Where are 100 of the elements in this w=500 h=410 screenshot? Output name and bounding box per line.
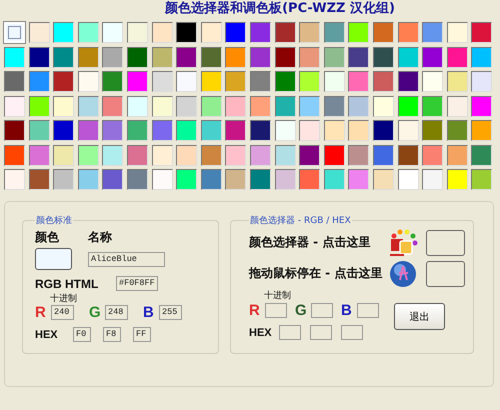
color-swatch[interactable] <box>274 169 296 190</box>
color-swatch[interactable] <box>348 46 370 68</box>
color-swatch[interactable] <box>4 71 25 92</box>
color-swatch[interactable] <box>398 71 418 92</box>
color-swatch[interactable] <box>53 144 74 166</box>
color-swatch[interactable] <box>422 22 444 43</box>
color-swatch[interactable] <box>422 96 444 116</box>
hex-field[interactable] <box>341 325 363 340</box>
color-swatch[interactable] <box>471 169 492 190</box>
color-swatch[interactable] <box>250 71 271 92</box>
color-swatch[interactable] <box>176 46 198 68</box>
color-swatch[interactable] <box>28 71 50 92</box>
color-swatch[interactable] <box>348 144 370 166</box>
color-swatch[interactable] <box>225 120 246 141</box>
color-swatch[interactable] <box>422 120 444 141</box>
color-swatch[interactable] <box>348 71 370 92</box>
color-swatch[interactable] <box>78 71 99 92</box>
color-swatch[interactable] <box>4 46 25 68</box>
color-swatch[interactable] <box>398 96 418 116</box>
color-swatch[interactable] <box>398 120 418 141</box>
color-swatch[interactable] <box>102 120 124 141</box>
color-swatch[interactable] <box>372 71 394 92</box>
color-swatch[interactable] <box>348 169 370 190</box>
color-swatch[interactable] <box>78 46 99 68</box>
color-swatch[interactable] <box>126 144 148 166</box>
color-swatch[interactable] <box>225 144 246 166</box>
color-swatch[interactable] <box>446 71 468 92</box>
color-swatch[interactable] <box>28 144 50 166</box>
color-swatch[interactable] <box>200 22 222 43</box>
color-swatch[interactable] <box>250 46 271 68</box>
color-swatch[interactable] <box>78 22 99 43</box>
color-swatch[interactable] <box>372 144 394 166</box>
color-swatch[interactable] <box>225 96 246 116</box>
color-swatch[interactable] <box>176 169 198 190</box>
color-swatch[interactable] <box>324 169 345 190</box>
color-swatch[interactable] <box>446 120 468 141</box>
name-field[interactable]: AliceBlue <box>88 252 165 267</box>
color-swatch[interactable] <box>324 120 345 141</box>
hex-field[interactable]: F8 <box>103 327 121 342</box>
color-swatch[interactable] <box>176 96 198 116</box>
color-swatch[interactable] <box>78 169 99 190</box>
exit-button[interactable]: 退出 <box>394 303 445 330</box>
color-swatch[interactable] <box>200 46 222 68</box>
channel-field[interactable] <box>357 303 379 318</box>
hex-field[interactable] <box>310 325 332 340</box>
color-swatch[interactable] <box>250 169 271 190</box>
color-swatch[interactable] <box>200 144 222 166</box>
color-swatch[interactable] <box>4 144 25 166</box>
color-swatch[interactable] <box>28 96 50 116</box>
color-swatch[interactable] <box>299 22 320 43</box>
color-swatch[interactable] <box>471 46 492 68</box>
color-swatch[interactable] <box>274 120 296 141</box>
color-swatch[interactable] <box>126 96 148 116</box>
color-swatch[interactable] <box>28 22 50 43</box>
color-swatch[interactable] <box>324 22 345 43</box>
color-swatch[interactable] <box>225 71 246 92</box>
color-swatch[interactable] <box>348 96 370 116</box>
hex-field[interactable] <box>279 325 301 340</box>
color-swatch[interactable] <box>53 46 74 68</box>
color-swatch[interactable] <box>471 120 492 141</box>
color-swatch[interactable] <box>4 96 25 116</box>
color-swatch[interactable] <box>53 22 74 43</box>
color-swatch[interactable] <box>372 46 394 68</box>
color-swatch[interactable] <box>299 169 320 190</box>
color-swatch[interactable] <box>4 120 25 141</box>
color-swatch[interactable] <box>398 169 418 190</box>
color-swatch[interactable] <box>126 169 148 190</box>
color-swatch[interactable] <box>225 22 246 43</box>
globe-icon[interactable] <box>388 260 418 288</box>
color-swatch[interactable] <box>102 71 124 92</box>
color-swatch[interactable] <box>53 71 74 92</box>
color-swatch[interactable] <box>78 144 99 166</box>
color-swatch[interactable] <box>28 169 50 190</box>
color-swatch[interactable] <box>225 169 246 190</box>
color-swatch[interactable] <box>152 120 173 141</box>
color-swatch[interactable] <box>250 22 271 43</box>
hex-field[interactable]: FF <box>133 327 151 342</box>
color-swatch[interactable] <box>53 120 74 141</box>
color-swatch[interactable] <box>446 96 468 116</box>
color-swatch[interactable] <box>102 169 124 190</box>
color-swatch[interactable] <box>422 71 444 92</box>
color-swatch[interactable] <box>102 22 124 43</box>
color-swatch[interactable] <box>176 71 198 92</box>
color-swatch[interactable] <box>299 96 320 116</box>
color-swatch[interactable] <box>446 46 468 68</box>
hover-label[interactable]: 拖动鼠标停在 - 点击这里 <box>249 265 388 282</box>
color-swatch[interactable] <box>152 169 173 190</box>
color-swatch[interactable] <box>324 46 345 68</box>
color-swatch[interactable] <box>152 22 173 43</box>
color-swatch[interactable] <box>299 71 320 92</box>
color-swatch[interactable] <box>176 120 198 141</box>
color-swatch[interactable] <box>274 96 296 116</box>
color-swatch[interactable] <box>250 120 271 141</box>
channel-field[interactable]: 240 <box>51 305 74 320</box>
color-swatch[interactable] <box>78 96 99 116</box>
color-swatch[interactable] <box>274 46 296 68</box>
channel-field[interactable]: 248 <box>105 305 128 320</box>
palette-icon[interactable] <box>388 228 418 256</box>
color-swatch[interactable] <box>53 96 74 116</box>
color-swatch[interactable] <box>422 46 444 68</box>
